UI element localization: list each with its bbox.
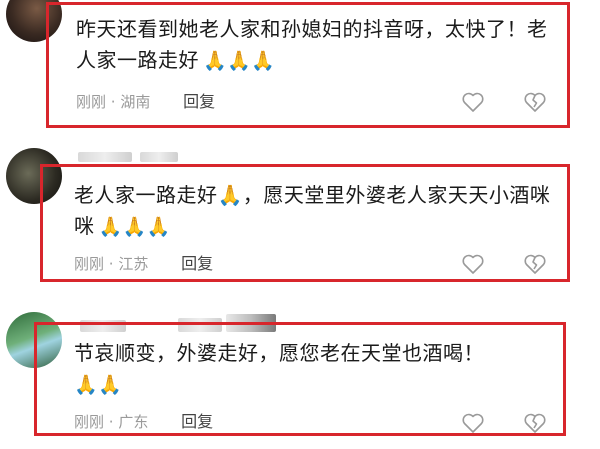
heart-outline-icon[interactable] xyxy=(461,412,485,434)
broken-heart-icon[interactable] xyxy=(523,91,547,113)
reply-button[interactable]: 回复 xyxy=(183,92,215,111)
heart-outline-icon[interactable] xyxy=(461,253,485,275)
comment-location: 江苏 xyxy=(118,255,149,273)
broken-heart-icon[interactable] xyxy=(523,412,547,434)
comment-item: 老人家一路走好🙏，愿天堂里外婆老人家天天小酒咪咪 🙏🙏🙏 刚刚 · 江苏 回复 xyxy=(0,140,600,290)
meta-separator: · xyxy=(108,413,114,431)
comment-meta: 刚刚 · 江苏 回复 xyxy=(74,254,213,274)
comment-meta: 刚刚 · 湖南 回复 xyxy=(76,92,215,112)
meta-separator: · xyxy=(110,93,116,111)
reply-button[interactable]: 回复 xyxy=(181,254,213,273)
comment-item: 节哀顺变，外婆走好，愿您老在天堂也酒喝！ 🙏🙏 刚刚 · 广东 回复 xyxy=(0,290,600,449)
meta-separator: · xyxy=(108,255,114,273)
comment-item: 昨天还看到她老人家和孙媳妇的抖音呀，太快了！老人家一路走好 🙏🙏🙏 刚刚 · 湖南… xyxy=(0,0,600,140)
comment-text: 老人家一路走好🙏，愿天堂里外婆老人家天天小酒咪咪 🙏🙏🙏 xyxy=(74,180,554,243)
pray-emoji-icon: 🙏🙏🙏 xyxy=(203,50,276,72)
comment-meta: 刚刚 · 广东 回复 xyxy=(74,412,213,432)
comment-location: 广东 xyxy=(118,413,149,431)
comment-location: 湖南 xyxy=(120,93,151,111)
pray-emoji-icon: 🙏🙏🙏 xyxy=(98,216,171,238)
broken-heart-icon[interactable] xyxy=(523,253,547,275)
comment-text: 节哀顺变，外婆走好，愿您老在天堂也酒喝！ 🙏🙏 xyxy=(74,338,554,401)
comment-body: 昨天还看到她老人家和孙媳妇的抖音呀，太快了！老人家一路走好 xyxy=(76,17,548,72)
reply-button[interactable]: 回复 xyxy=(181,412,213,431)
username-blurred xyxy=(78,152,132,162)
comment-time: 刚刚 xyxy=(76,93,107,111)
pray-emoji-icon: 🙏🙏 xyxy=(74,374,123,396)
comment-time: 刚刚 xyxy=(74,413,105,431)
comment-body: 节哀顺变，外婆走好，愿您老在天堂也酒喝！ xyxy=(74,341,484,365)
heart-outline-icon[interactable] xyxy=(461,91,485,113)
comment-time: 刚刚 xyxy=(74,255,105,273)
username-blurred xyxy=(140,152,178,162)
comment-text: 昨天还看到她老人家和孙媳妇的抖音呀，太快了！老人家一路走好 🙏🙏🙏 xyxy=(76,14,556,77)
